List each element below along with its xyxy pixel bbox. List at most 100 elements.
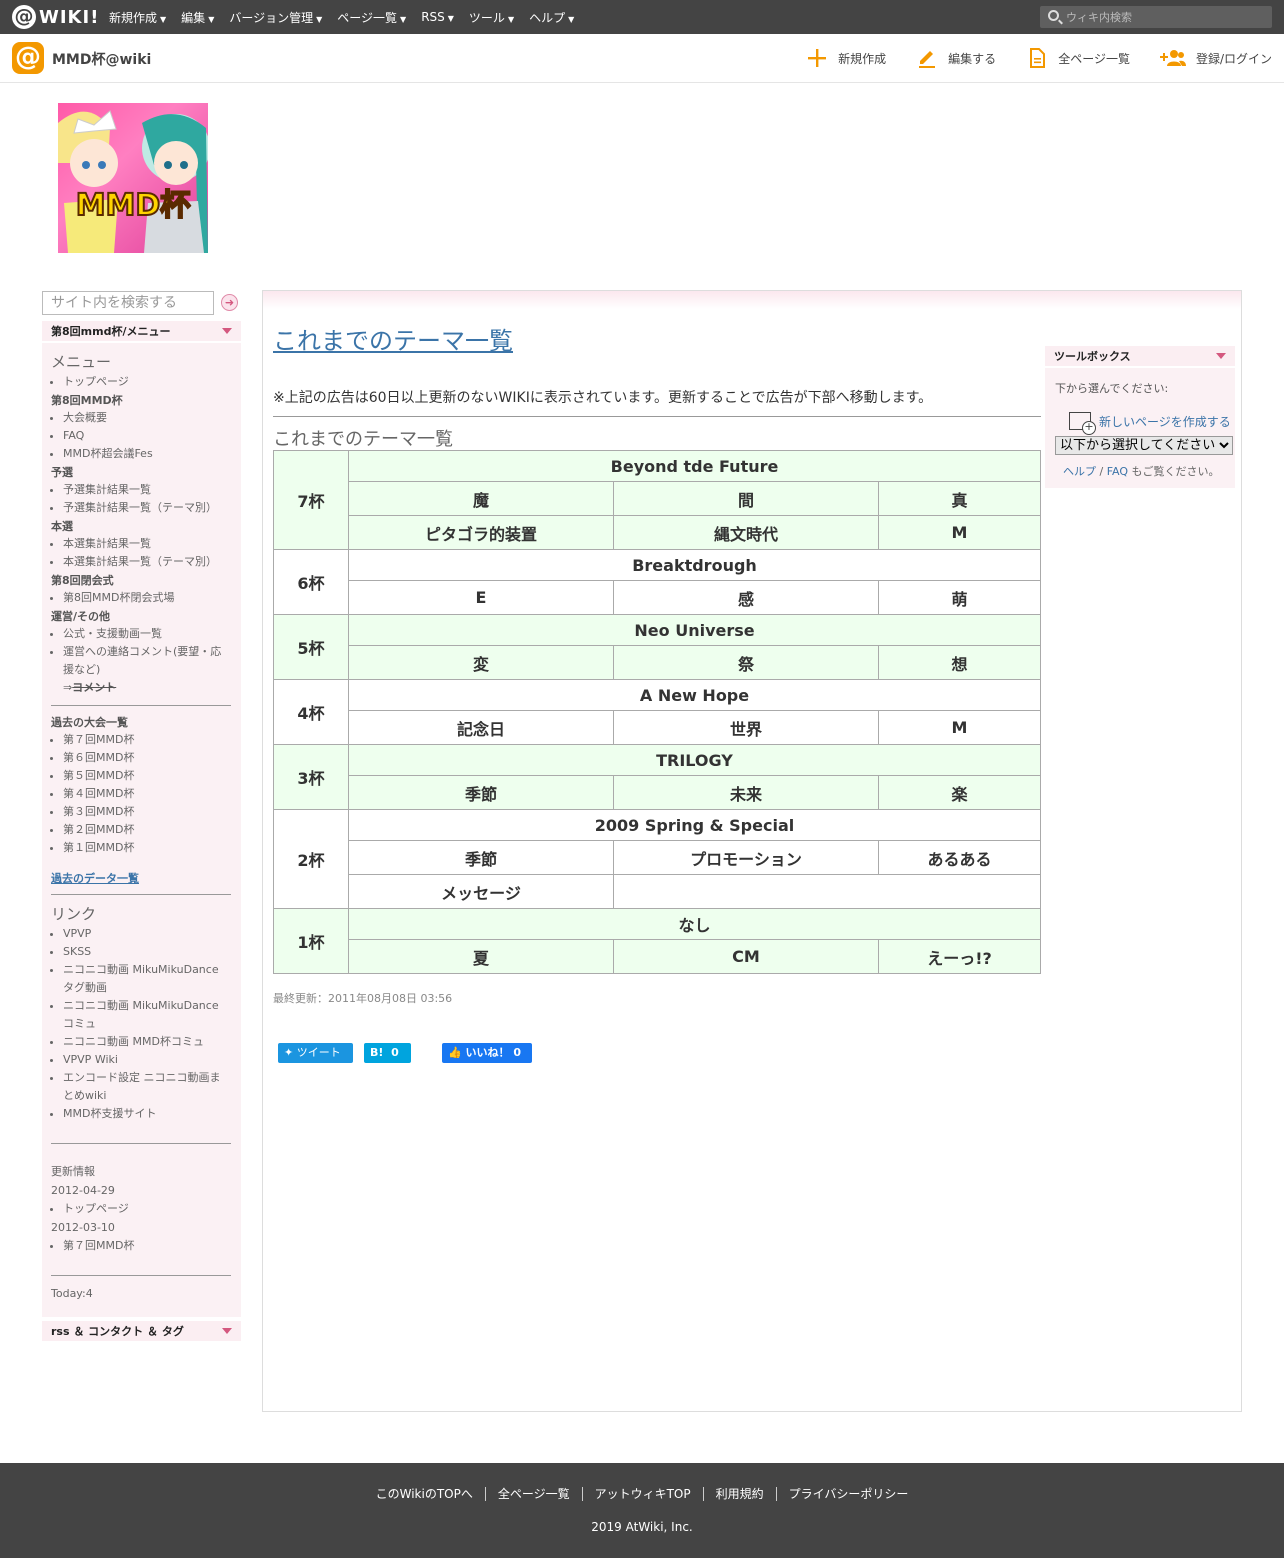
update-link[interactable]: 第７回MMD杯 <box>63 1237 231 1255</box>
sidebar-link-nico-community[interactable]: ニコニコ動画 MikuMikuDance コミュ <box>63 997 231 1033</box>
sidebar-link-honsen-results[interactable]: 本選集計結果一覧 <box>63 535 231 553</box>
site-logo-icon[interactable] <box>12 42 44 74</box>
toolbox-prompt: 下から選んでください: <box>1055 382 1169 395</box>
sidebar-link-encode[interactable]: エンコード設定 ニコニコ動画まとめwiki <box>63 1069 231 1105</box>
cup-title: Beyond tde Future <box>348 450 1041 482</box>
page-title[interactable]: これまでのテーマ一覧 <box>273 321 513 356</box>
site-search-input[interactable] <box>42 291 214 315</box>
sidebar-link-past-5[interactable]: 第５回MMD杯 <box>63 767 231 785</box>
menu-new[interactable]: 新規作成 ▼ <box>109 9 166 26</box>
cup-label: 2杯 <box>273 809 349 909</box>
menu-box-header[interactable]: 第8回mmd杯/メニュー <box>42 321 241 343</box>
menu-help[interactable]: ヘルプ ▼ <box>529 9 574 26</box>
cup-label: 5杯 <box>273 614 349 680</box>
theme-cell: 真 <box>878 481 1041 516</box>
menu-rss[interactable]: RSS ▼ <box>421 10 454 24</box>
closing-list: 第8回MMD杯閉会式場 <box>51 589 231 607</box>
edit-button[interactable]: 編集する <box>916 47 996 69</box>
create-new-page-link[interactable]: 新しいページを作成する <box>1069 412 1233 435</box>
sidebar-link-past-3[interactable]: 第３回MMD杯 <box>63 803 231 821</box>
theme-cell: M <box>878 710 1041 745</box>
sidebar-link-past-7[interactable]: 第７回MMD杯 <box>63 731 231 749</box>
document-icon <box>1030 48 1046 68</box>
sidebar-link-faq[interactable]: FAQ <box>63 427 231 445</box>
theme-cell: メッセージ <box>348 874 614 909</box>
theme-cell: 季節 <box>348 840 614 875</box>
update-link[interactable]: トップページ <box>63 1200 231 1218</box>
sidebar-link-contact-comment[interactable]: 運営への連絡コメント(要望・応援など) ⇒ヨメント <box>63 643 231 697</box>
at-logo-icon: @ <box>12 5 36 29</box>
help-link[interactable]: ヘルプ <box>1063 465 1096 478</box>
faq-link[interactable]: FAQ <box>1107 465 1128 478</box>
theme-cell: 季節 <box>348 775 614 810</box>
sidebar-link-yosen-results[interactable]: 予選集計結果一覧 <box>63 481 231 499</box>
menu-pages[interactable]: ページ一覧 ▼ <box>337 9 406 26</box>
divider <box>51 705 231 706</box>
login-button[interactable]: 登録/ログイン <box>1159 47 1272 69</box>
footer-link-wiki-top[interactable]: このWikiのTOPへ <box>364 1487 485 1501</box>
theme-cell: 記念日 <box>348 710 614 745</box>
atwiki-logo[interactable]: @ WIKI! <box>12 5 99 29</box>
sidebar-link-vpvp-wiki[interactable]: VPVP Wiki <box>63 1051 231 1069</box>
sidebar-link-top[interactable]: トップページ <box>63 373 231 391</box>
facebook-like-button[interactable]: 👍 いいね！ 0 <box>442 1043 532 1063</box>
menu-version[interactable]: バージョン管理 ▼ <box>229 9 322 26</box>
search-icon[interactable] <box>1048 10 1059 21</box>
toolbox-header[interactable]: ツールボックス <box>1045 346 1235 368</box>
sidebar-link-nico-mmdcup[interactable]: ニコニコ動画 MMD杯コミュ <box>63 1033 231 1051</box>
menu-edit[interactable]: 編集 ▼ <box>181 9 214 26</box>
sidebar-link-yosen-theme[interactable]: 予選集計結果一覧（テーマ別） <box>63 499 231 517</box>
footer-link-terms[interactable]: 利用規約 <box>702 1487 776 1501</box>
footer-link-all-pages[interactable]: 全ページ一覧 <box>484 1487 582 1501</box>
site-logo-image[interactable]: MMD杯 <box>58 103 208 253</box>
update-date: 2012-04-29 <box>51 1184 115 1197</box>
sidebar-link-official-videos[interactable]: 公式・支援動画一覧 <box>63 625 231 643</box>
sidebar-link-closing[interactable]: 第8回MMD杯閉会式場 <box>63 589 231 607</box>
collapse-triangle-icon[interactable] <box>222 328 232 334</box>
collapse-triangle-icon[interactable] <box>1216 353 1226 359</box>
toolbox-select[interactable]: 以下から選択してください <box>1055 436 1233 455</box>
all-pages-button[interactable]: 全ページ一覧 <box>1026 47 1130 69</box>
wiki-search-input[interactable] <box>1066 8 1266 26</box>
sidebar-link-fes[interactable]: MMD杯超会議Fes <box>63 445 231 463</box>
comment-strike-link[interactable]: ヨメント <box>72 681 116 694</box>
footer-link-privacy[interactable]: プライバシーポリシー <box>775 1487 921 1501</box>
sidebar-link-honsen-theme[interactable]: 本選集計結果一覧（テーマ別） <box>63 553 231 571</box>
sidebar-link-overview[interactable]: 大会概要 <box>63 409 231 427</box>
themes-table: 7杯 Beyond tde Future 魔間真ピタゴラ的装置 縄文時代 M 6杯 Brea… <box>273 450 1041 974</box>
site-title[interactable]: MMD杯@wiki <box>52 49 151 69</box>
footer-link-atwiki-top[interactable]: アットウィキTOP <box>581 1487 703 1501</box>
rss-box-header[interactable]: rss ＆ コンタクト ＆ タグ <box>42 1321 241 1343</box>
collapse-triangle-icon[interactable] <box>222 1328 232 1334</box>
sidebar-link-nico-tag[interactable]: ニコニコ動画 MikuMikuDance タグ動画 <box>63 961 231 997</box>
top-band <box>263 291 1241 309</box>
sidebar-link-past-2[interactable]: 第２回MMD杯 <box>63 821 231 839</box>
twitter-bird-icon: ✦ <box>284 1046 294 1059</box>
theme-cell: 萌 <box>878 580 1041 615</box>
search-go-icon[interactable]: ➜ <box>221 294 238 311</box>
table-row: 魔間真 <box>274 481 1041 516</box>
tweet-button[interactable]: ✦ ツイート <box>278 1043 353 1063</box>
new-page-icon <box>1069 412 1096 435</box>
sidebar-link-past-1[interactable]: 第１回MMD杯 <box>63 839 231 857</box>
today-counter: Today:4 <box>51 1287 93 1300</box>
mmd-cup-illustration: MMD杯 <box>58 110 208 253</box>
menu-tools[interactable]: ツール ▼ <box>469 9 514 26</box>
sidebar-link-past-4[interactable]: 第４回MMD杯 <box>63 785 231 803</box>
table-row: E感萌 <box>274 580 1041 615</box>
last-updated: 最終更新：2011年08月08日 03:56 <box>273 992 453 1005</box>
table-row: 2杯 2009 Spring & Special <box>273 809 1041 909</box>
hatena-bookmark-button[interactable]: B! 0 <box>364 1043 411 1063</box>
sidebar-link-support[interactable]: MMD杯支援サイト <box>63 1105 231 1123</box>
sidebar-link-vpvp[interactable]: VPVP <box>63 925 231 943</box>
links-title: リンク <box>51 905 97 923</box>
sidebar-link-skss[interactable]: SKSS <box>63 943 231 961</box>
caret-down-icon: ▼ <box>316 14 323 24</box>
new-page-button[interactable]: 新規作成 <box>806 47 886 69</box>
past-data-link[interactable]: 過去のデータ一覧 <box>51 870 231 886</box>
honsen-list: 本選集計結果一覧 本選集計結果一覧（テーマ別） <box>51 535 231 571</box>
ops-list: 公式・支援動画一覧 運営への連絡コメント(要望・応援など) ⇒ヨメント <box>51 625 231 697</box>
caret-down-icon: ▼ <box>507 14 515 24</box>
table-row: 季節 未来楽 <box>274 775 1041 810</box>
sidebar-link-past-6[interactable]: 第６回MMD杯 <box>63 749 231 767</box>
